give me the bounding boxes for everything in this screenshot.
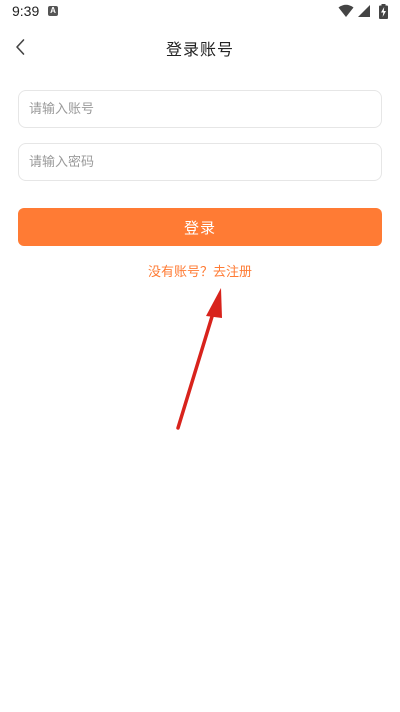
password-input[interactable] — [29, 144, 369, 180]
password-field[interactable] — [18, 143, 382, 181]
login-button[interactable]: 登录 — [18, 208, 382, 246]
wifi-icon — [338, 4, 354, 17]
status-time: 9:39 — [12, 3, 40, 19]
register-link[interactable]: 没有账号？去注册 — [0, 261, 400, 280]
notification-icon: A — [48, 6, 58, 16]
battery-charging-icon — [379, 4, 388, 19]
account-input[interactable] — [29, 91, 369, 127]
page-title: 登录账号 — [165, 40, 234, 59]
app-header: 登录账号 — [0, 24, 400, 70]
status-bar: 9:39 A — [0, 0, 400, 24]
account-field[interactable] — [18, 90, 382, 128]
signal-icon — [358, 5, 370, 17]
